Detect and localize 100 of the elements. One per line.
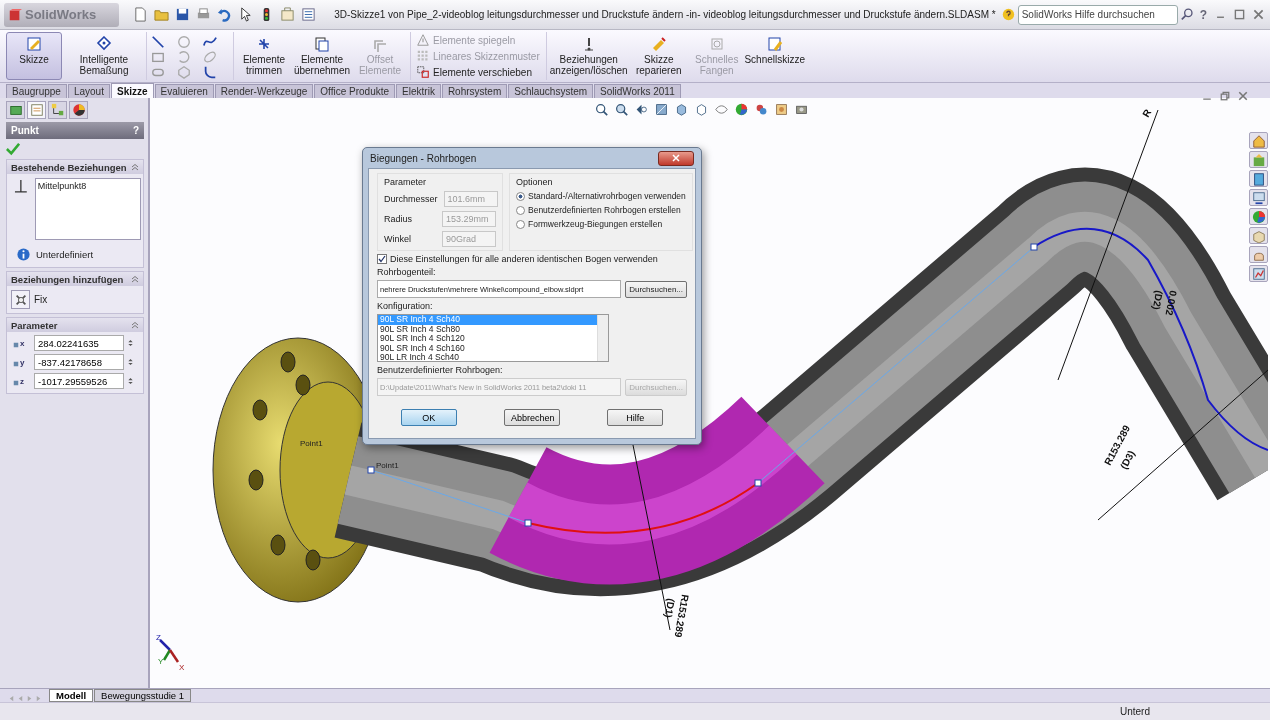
fillet-icon[interactable] [203,64,217,79]
spline-icon[interactable] [203,34,217,49]
configuration-list[interactable]: 90L SR Inch 4 Sch40 90L SR Inch 4 Sch80 90L SR Inch 4 Sch120 90L SR Inch 4 Sch160 90L LR Inch 4 Sch40 [377,314,609,362]
hide-show-icon[interactable] [715,103,728,116]
coordinate-field[interactable]: -837.42178658 [34,354,124,370]
close-icon[interactable] [1253,9,1264,20]
collapse-chevron-icon[interactable] [131,275,139,283]
section-header[interactable]: Parameter [7,318,143,332]
close-button[interactable] [658,150,694,166]
list-item[interactable]: 90L SR Inch 4 Sch120 [378,334,597,344]
dimension-label[interactable]: (D2) [1150,289,1165,311]
checkbox[interactable] [377,254,387,264]
task-pane-button[interactable] [1249,151,1268,168]
task-pane-button[interactable] [1249,189,1268,206]
command-tab[interactable]: Office Produkte [314,84,396,98]
command-tab[interactable]: Evaluieren [154,84,214,98]
command-tab[interactable]: Render-Werkzeuge [214,84,314,98]
appearance-icon[interactable] [735,103,748,116]
spinner-icon[interactable] [127,337,134,349]
help-button[interactable]: ? [1199,7,1207,22]
folder-icon[interactable] [154,7,170,22]
circle-icon[interactable] [177,34,191,49]
spinner-icon[interactable] [127,356,134,368]
relation-item[interactable]: Mittelpunkt8 [37,181,138,191]
command-tab[interactable]: Elektrik [396,84,441,98]
display-style-icon[interactable] [695,103,708,116]
section-view-icon[interactable] [655,103,668,116]
line-icon[interactable] [151,34,165,49]
dialog-button[interactable]: Hilfe [607,409,664,426]
cursor-icon[interactable] [238,7,254,22]
command-tab[interactable]: Rohrsystem [441,84,508,98]
panel-tab[interactable] [48,101,67,119]
panel-tab[interactable] [6,101,25,119]
axis-triad-drawing: Z Y X [156,633,185,672]
model-tab[interactable]: Bewegungsstudie 1 [94,689,191,702]
camera-icon[interactable] [795,103,808,116]
dimension-label[interactable]: R [1140,107,1154,119]
radio-icon[interactable] [516,219,525,229]
dimension-label[interactable]: (D1) [662,597,677,619]
browse-button[interactable]: Durchsuchen... [625,280,687,298]
task-pane-button[interactable] [1249,246,1268,263]
list-item[interactable]: 90L LR Inch 4 Sch40 [378,353,597,363]
view-orientation-icon[interactable] [675,103,688,116]
fix-button[interactable] [11,290,30,309]
relations-list[interactable]: Mittelpunkt8 [34,178,141,240]
panel-tab[interactable] [69,101,88,119]
task-pane-button[interactable] [1249,227,1268,244]
collapse-chevron-icon[interactable] [131,321,139,329]
collapse-chevron-icon[interactable] [131,163,139,171]
zoom-area-icon[interactable] [615,103,628,116]
search-field[interactable]: SolidWorks Hilfe durchsuchen [1017,4,1178,25]
dimension-label[interactable]: 0.002 [1163,289,1179,317]
scrollbar[interactable] [597,315,608,361]
task-pane-button[interactable] [1249,265,1268,282]
arc-icon[interactable] [177,49,191,64]
coordinate-field[interactable]: 284.02241635 [34,335,124,351]
list-item[interactable]: 90L SR Inch 4 Sch160 [378,343,597,353]
ribbon-button[interactable]: Elemente übernehmen [294,32,350,80]
ribbon-button[interactable]: Beziehungen anzeigen/löschen [548,32,629,80]
radio-icon[interactable] [516,205,525,215]
task-pane-button[interactable] [1249,208,1268,225]
radio-option[interactable]: Benutzerdefinierten Rohrbogen erstellen [516,205,686,215]
ribbon-button[interactable]: Intelligente Bemaßung [64,32,144,80]
command-tab[interactable]: Layout [67,84,110,98]
list-item[interactable]: 90L SR Inch 4 Sch80 [378,324,597,334]
command-tab[interactable]: Skizze [110,83,154,98]
radio-icon[interactable] [516,191,525,201]
ribbon-button[interactable]: Elemente trimmen [236,32,292,80]
checkmark-icon[interactable] [6,142,20,156]
options-icon[interactable] [280,7,296,22]
section-header[interactable]: Beziehungen hinzufügen [7,272,143,286]
radio-option[interactable]: Standard-/Alternativrohrbogen verwenden [516,191,686,201]
coordinate-field[interactable]: -1017.29559526 [34,373,124,389]
ribbon-button[interactable]: Skizze [6,32,62,80]
render-icon[interactable] [775,103,788,116]
maximize-icon[interactable] [1234,9,1245,20]
ribbon-button[interactable]: Skizze reparieren [630,32,687,80]
ribbon-menu-item[interactable]: Elemente verschieben [417,66,540,78]
section-header[interactable]: Bestehende Beziehungen [7,160,143,174]
command-tab[interactable]: SolidWorks 2011 [594,84,681,98]
scene-icon[interactable] [755,103,768,116]
model-tab[interactable]: Modell [49,689,94,702]
task-pane-button[interactable] [1249,170,1268,187]
list-icon[interactable] [301,7,317,22]
ribbon-button[interactable]: Schnellskizze [746,32,803,80]
restore-icon[interactable] [1220,91,1230,101]
dialog-button[interactable]: Abbrechen [504,409,560,426]
task-pane-button[interactable] [1249,132,1268,149]
dialog-title: Biegungen - Rohrbogen [370,152,477,164]
command-tab[interactable]: Schlauchsystem [508,84,594,98]
spinner-icon[interactable] [127,375,134,387]
previous-view-icon[interactable] [635,103,648,116]
radio-option[interactable]: Formwerkzeug-Biegungen erstellen [516,219,686,229]
zoom-fit-icon[interactable] [595,103,608,116]
undo-icon[interactable] [217,7,233,22]
dialog-button[interactable]: OK [400,409,457,426]
new-document-icon[interactable] [133,7,149,22]
close-icon[interactable] [1238,91,1248,101]
command-tab[interactable]: Baugruppe [6,84,67,98]
save-icon[interactable] [175,7,191,22]
